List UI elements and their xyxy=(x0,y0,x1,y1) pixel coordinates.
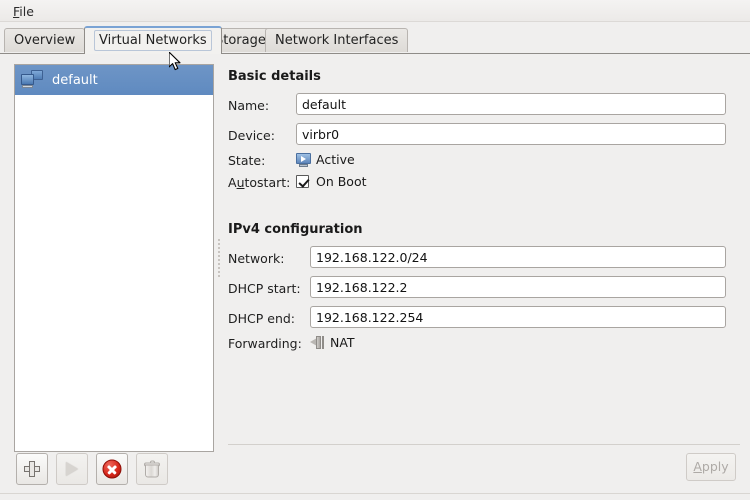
name-input[interactable] xyxy=(296,93,726,115)
state-value-row: Active xyxy=(296,152,355,167)
delete-network-button xyxy=(135,453,168,485)
state-label: State: xyxy=(228,153,266,168)
autostart-mnemonic: u xyxy=(236,175,245,190)
menu-file[interactable]: File xyxy=(8,3,39,20)
device-input[interactable] xyxy=(296,123,726,145)
tab-network-interfaces[interactable]: Network Interfaces xyxy=(265,28,409,52)
device-label: Device: xyxy=(228,128,275,143)
forward-nat-icon xyxy=(310,336,325,349)
apply-label-rest: pply xyxy=(701,459,729,474)
ipv4-network-input[interactable] xyxy=(310,246,726,268)
stop-network-button[interactable] xyxy=(95,453,128,485)
ipv4-configuration-title: IPv4 configuration xyxy=(228,222,363,237)
play-icon xyxy=(65,462,78,476)
forwarding-label: Forwarding: xyxy=(228,336,302,351)
footer-separator xyxy=(228,444,740,445)
network-icon xyxy=(21,70,43,90)
window-bottom-edge xyxy=(0,493,750,494)
menu-file-label-rest: ile xyxy=(19,4,34,19)
apply-mnemonic: A xyxy=(693,459,702,474)
autostart-checkbox-label: On Boot xyxy=(316,174,367,189)
dhcp-end-label: DHCP end: xyxy=(228,311,296,326)
network-list-item-label: default xyxy=(52,72,98,88)
state-value: Active xyxy=(316,152,355,167)
apply-button: Apply xyxy=(686,453,736,481)
forwarding-value-row: NAT xyxy=(310,335,355,350)
start-network-button xyxy=(55,453,88,485)
active-monitor-icon xyxy=(296,152,311,167)
dhcp-start-label: DHCP start: xyxy=(228,281,301,296)
tab-storage-label: Storage xyxy=(215,33,266,48)
autostart-checkbox-row[interactable]: On Boot xyxy=(296,174,367,189)
autostart-checkbox[interactable] xyxy=(296,175,309,188)
dhcp-end-input[interactable] xyxy=(310,306,726,328)
basic-details-title: Basic details xyxy=(228,69,321,84)
connection-details-window: File Overview Virtual Networks Storage N… xyxy=(0,0,750,500)
name-label: Name: xyxy=(228,98,270,113)
network-list-toolbar xyxy=(16,453,172,485)
tab-overview[interactable]: Overview xyxy=(4,28,86,52)
tab-content-virtual-networks: default Basic details Name: default Devi… xyxy=(0,54,750,500)
plus-icon xyxy=(24,461,40,477)
menu-bar: File xyxy=(0,0,750,22)
add-network-button[interactable] xyxy=(16,453,48,485)
tab-bar: Overview Virtual Networks Storage Networ… xyxy=(0,26,750,54)
forwarding-value: NAT xyxy=(330,335,355,350)
tab-overview-label: Overview xyxy=(14,33,76,48)
tab-network-interfaces-label: Network Interfaces xyxy=(275,33,399,48)
autostart-label: Autostart: xyxy=(228,175,291,190)
network-list[interactable]: default xyxy=(14,64,214,452)
network-details-pane: Basic details Name: Device: State: Activ… xyxy=(222,54,750,500)
tab-virtual-networks-label: Virtual Networks xyxy=(94,30,212,51)
list-item[interactable]: default xyxy=(15,65,213,95)
dhcp-start-input[interactable] xyxy=(310,276,726,298)
tab-virtual-networks[interactable]: Virtual Networks xyxy=(84,26,222,54)
stop-icon xyxy=(102,459,122,479)
trash-icon xyxy=(143,460,160,478)
ipv4-network-label: Network: xyxy=(228,251,285,266)
